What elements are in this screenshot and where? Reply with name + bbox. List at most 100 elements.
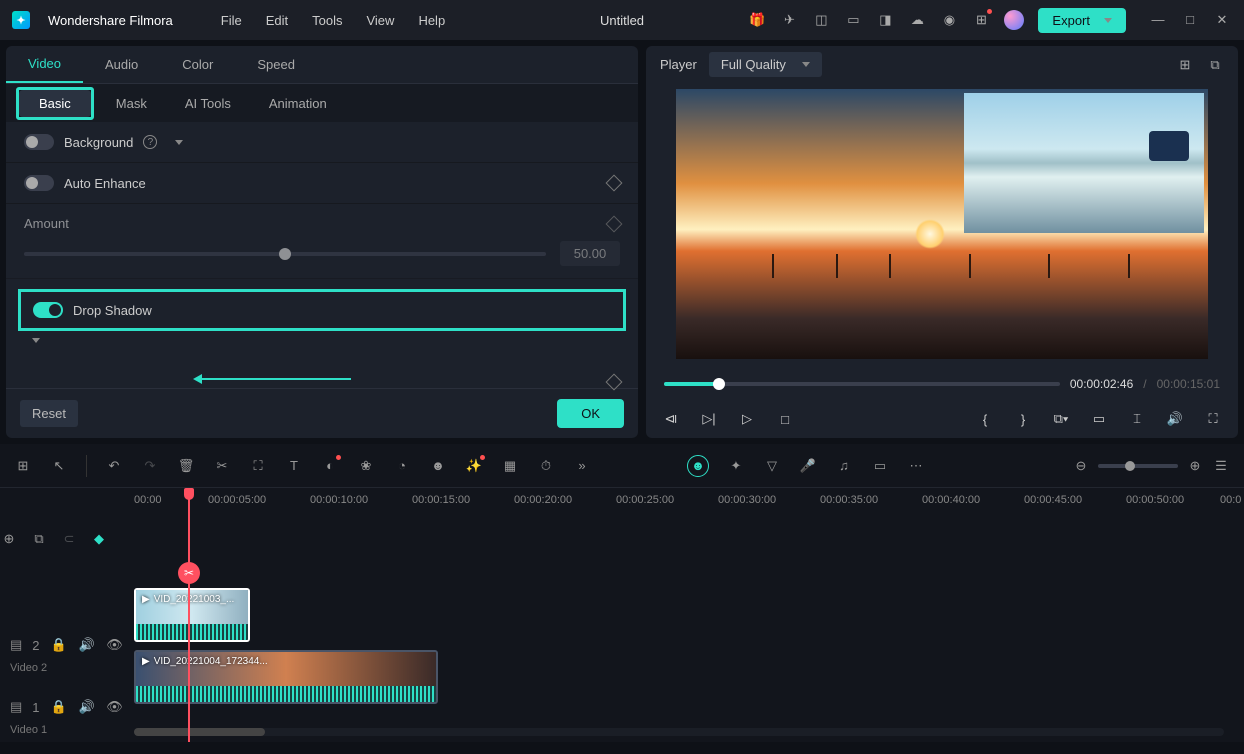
window-maximize[interactable]: □ xyxy=(1180,12,1200,28)
zoom-slider[interactable] xyxy=(1098,464,1178,468)
gift-icon[interactable]: 🎁 xyxy=(748,11,766,29)
layout-icon[interactable]: ⊞ xyxy=(14,457,32,475)
reset-button[interactable]: Reset xyxy=(20,400,78,427)
tab-color[interactable]: Color xyxy=(160,46,235,83)
zoom-in-icon[interactable]: ⊕ xyxy=(1186,457,1204,475)
menu-view[interactable]: View xyxy=(366,13,394,28)
speed-icon[interactable]: ◔ xyxy=(393,457,411,475)
subtab-basic[interactable]: Basic xyxy=(19,90,91,117)
seek-slider[interactable] xyxy=(664,382,1060,386)
menu-file[interactable]: File xyxy=(221,13,242,28)
snapshot-icon[interactable]: ⌶ xyxy=(1126,408,1148,430)
step-forward-button[interactable]: ▷| xyxy=(698,408,720,430)
user-avatar[interactable] xyxy=(1004,10,1024,30)
visibility-icon[interactable]: 👁 xyxy=(106,636,124,654)
amount-value[interactable]: 50.00 xyxy=(560,241,620,266)
menu-edit[interactable]: Edit xyxy=(266,13,288,28)
tab-audio[interactable]: Audio xyxy=(83,46,160,83)
playhead[interactable]: ✂ xyxy=(188,488,190,742)
smart-edit-icon[interactable]: ☻ xyxy=(687,455,709,477)
mute-icon[interactable]: 🔊 xyxy=(78,636,96,654)
link-icon[interactable]: ⧉ xyxy=(30,530,48,548)
window-close[interactable]: ✕ xyxy=(1212,12,1232,28)
split-icon[interactable]: ✂ xyxy=(213,457,231,475)
drop-shadow-toggle[interactable] xyxy=(33,302,63,318)
scope-icon[interactable]: ⧉ xyxy=(1206,56,1224,74)
slider-thumb[interactable] xyxy=(279,248,291,260)
magnet-icon[interactable]: ⊂ xyxy=(60,530,78,548)
timeline-ruler[interactable]: 00:00 00:00:05:00 00:00:10:00 00:00:15:0… xyxy=(128,488,1244,524)
cloud-icon[interactable]: ☁ xyxy=(908,11,926,29)
tab-video[interactable]: Video xyxy=(6,46,83,83)
compare-icon[interactable]: ⧉▾ xyxy=(1050,408,1072,430)
subtitle-icon[interactable]: ⋯ xyxy=(907,457,925,475)
fullscreen-icon[interactable]: ⛶ xyxy=(1202,408,1224,430)
keyframe-diamond-icon[interactable] xyxy=(606,215,623,232)
audio-mixer-icon[interactable]: ♫ xyxy=(835,457,853,475)
volume-icon[interactable]: 🔊 xyxy=(1164,408,1186,430)
clip-video2[interactable]: ▶VID_20221003_... xyxy=(134,588,250,642)
picture-in-picture[interactable] xyxy=(964,93,1204,233)
color-icon[interactable]: ❀ xyxy=(357,457,375,475)
render-icon[interactable]: ▭ xyxy=(871,457,889,475)
message-icon[interactable]: ◫ xyxy=(812,11,830,29)
menu-tools[interactable]: Tools xyxy=(312,13,342,28)
display-icon[interactable]: ▭ xyxy=(1088,408,1110,430)
ok-button[interactable]: OK xyxy=(557,399,624,428)
delete-icon[interactable]: 🗑 xyxy=(177,457,195,475)
more-tools-icon[interactable]: » xyxy=(573,457,591,475)
duration-icon[interactable]: ⏱ xyxy=(537,457,555,475)
menu-help[interactable]: Help xyxy=(418,13,445,28)
help-icon[interactable]: ? xyxy=(143,135,157,149)
chevron-down-icon[interactable] xyxy=(32,338,40,358)
keyframe-diamond-icon[interactable] xyxy=(606,175,623,192)
monitor-icon[interactable]: ▭ xyxy=(844,11,862,29)
play-button[interactable]: ▷ xyxy=(736,408,758,430)
undo-icon[interactable]: ↶ xyxy=(105,457,123,475)
chevron-down-icon[interactable] xyxy=(175,140,183,145)
quality-dropdown[interactable]: Full Quality xyxy=(709,52,822,77)
cursor-icon[interactable]: ↖ xyxy=(50,457,68,475)
background-toggle[interactable] xyxy=(24,134,54,150)
timeline-scrollbar[interactable] xyxy=(134,728,1224,736)
lock-icon[interactable]: 🔒 xyxy=(50,636,68,654)
mute-icon[interactable]: 🔊 xyxy=(78,698,96,716)
keyframe-icon[interactable]: ▦ xyxy=(501,457,519,475)
ai-portrait-icon[interactable]: ☻ xyxy=(429,457,447,475)
zoom-out-icon[interactable]: ⊖ xyxy=(1072,457,1090,475)
subtab-animation[interactable]: Animation xyxy=(253,90,343,117)
auto-enhance-toggle[interactable] xyxy=(24,175,54,191)
prev-frame-button[interactable]: ⧏ xyxy=(660,408,682,430)
lock-icon[interactable]: 🔒 xyxy=(50,698,68,716)
subtab-ai-tools[interactable]: AI Tools xyxy=(169,90,247,117)
redo-icon[interactable]: ↷ xyxy=(141,457,159,475)
headset-icon[interactable]: ◉ xyxy=(940,11,958,29)
mark-out-icon[interactable]: } xyxy=(1012,408,1034,430)
marker-icon[interactable]: ▽ xyxy=(763,457,781,475)
grid-view-icon[interactable]: ⊞ xyxy=(1176,56,1194,74)
visibility-icon[interactable]: 👁 xyxy=(106,698,124,716)
stop-button[interactable]: □ xyxy=(774,408,796,430)
subtab-mask[interactable]: Mask xyxy=(100,90,163,117)
mark-in-icon[interactable]: { xyxy=(974,408,996,430)
adjust-icon[interactable]: ◐ xyxy=(321,457,339,475)
zoom-thumb[interactable] xyxy=(1125,461,1135,471)
add-track-icon[interactable]: ⊕ xyxy=(0,530,18,548)
scissor-icon[interactable]: ✂ xyxy=(178,562,200,584)
text-icon[interactable]: T xyxy=(285,457,303,475)
record-icon[interactable]: ◨ xyxy=(876,11,894,29)
crop-icon[interactable]: ⛶ xyxy=(249,457,267,475)
preview-viewport[interactable] xyxy=(676,89,1208,359)
export-button[interactable]: Export xyxy=(1038,8,1126,33)
enhance-icon[interactable]: ✦ xyxy=(727,457,745,475)
amount-slider[interactable] xyxy=(24,252,546,256)
seek-thumb[interactable] xyxy=(713,378,725,390)
ai-effects-icon[interactable]: ✨ xyxy=(465,457,483,475)
window-minimize[interactable]: — xyxy=(1148,12,1168,28)
send-icon[interactable]: ✈ xyxy=(780,11,798,29)
clip-video1[interactable]: ▶VID_20221004_172344... xyxy=(134,650,438,704)
timeline-options-icon[interactable]: ☰ xyxy=(1212,457,1230,475)
voiceover-icon[interactable]: 🎤 xyxy=(799,457,817,475)
marker-add-icon[interactable]: ◆ xyxy=(90,530,108,548)
apps-icon[interactable]: ⊞ xyxy=(972,11,990,29)
